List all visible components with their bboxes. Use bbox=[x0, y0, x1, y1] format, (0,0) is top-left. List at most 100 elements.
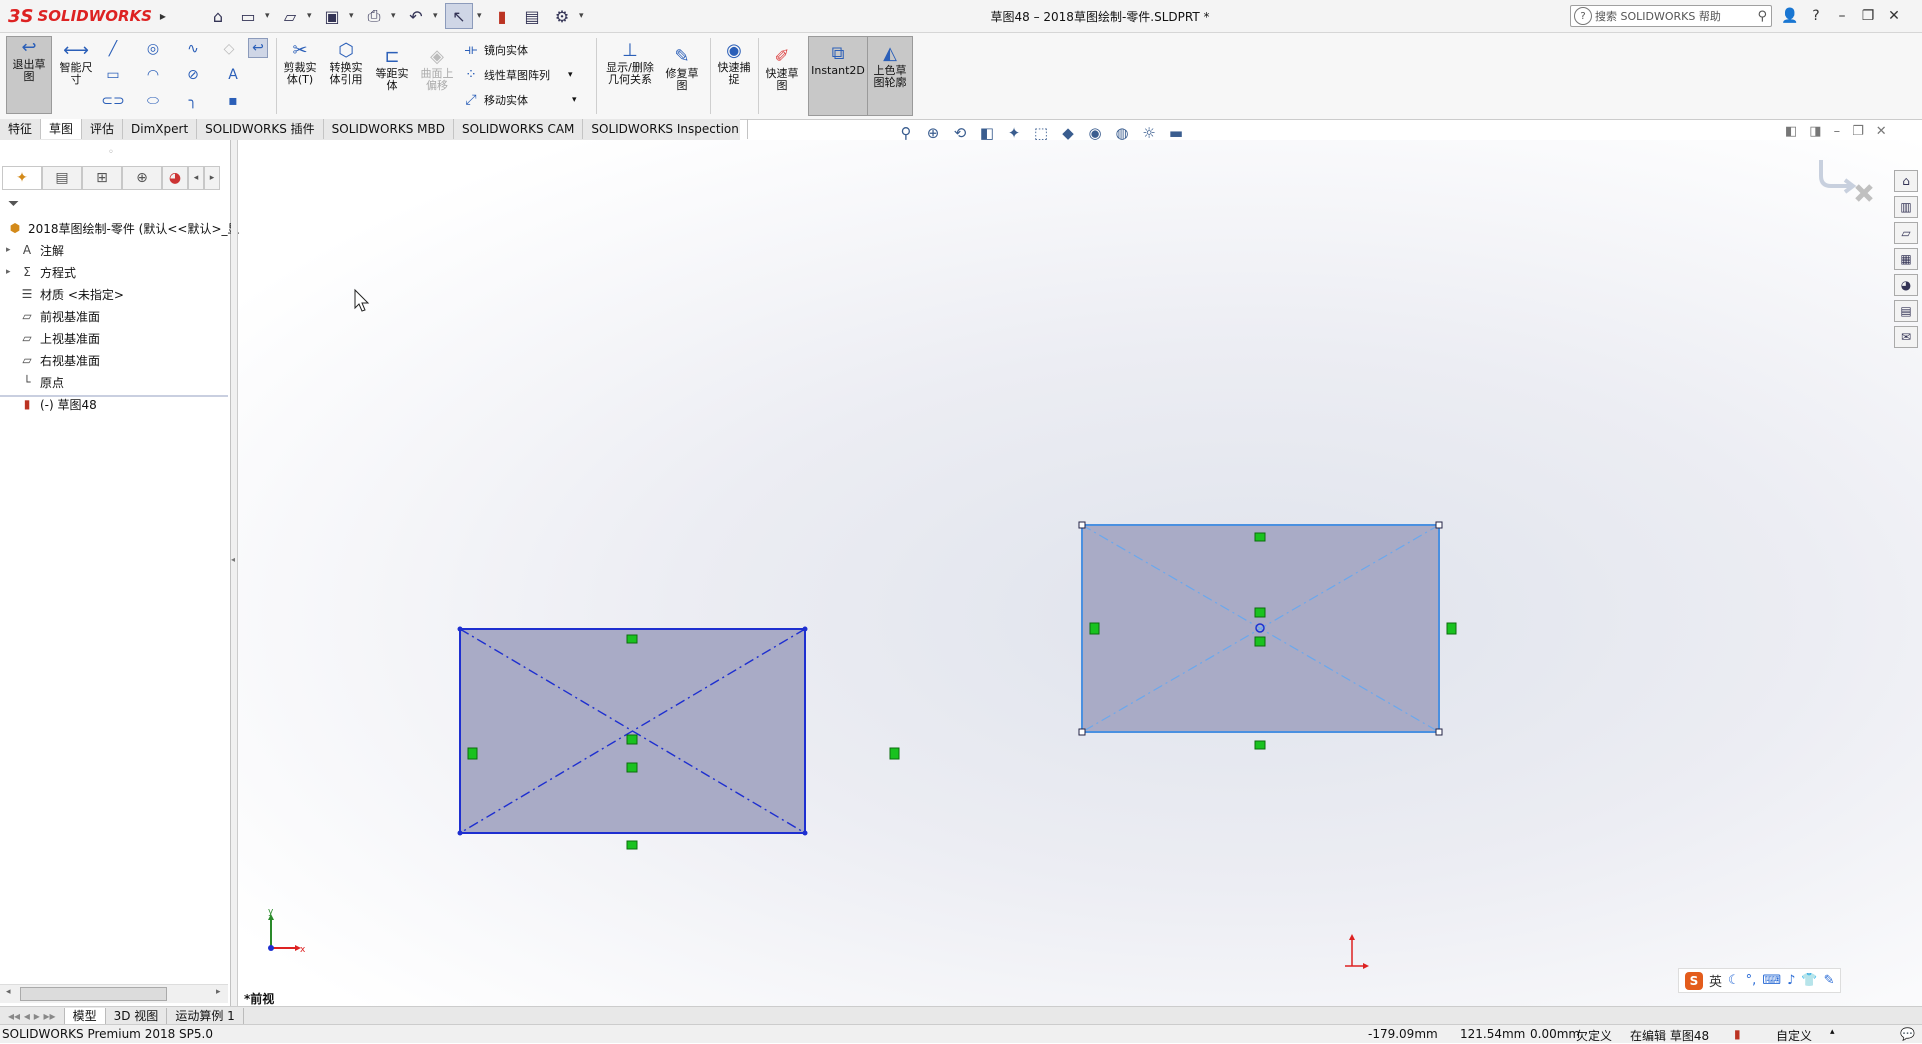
fillet-tool[interactable]: ╮ bbox=[184, 92, 202, 110]
property-manager-tab-icon[interactable]: ▤ bbox=[42, 166, 82, 190]
filter-icon[interactable]: ⏷ bbox=[8, 196, 19, 212]
sketch-rectangle-left[interactable] bbox=[457, 626, 808, 836]
new-dropdown[interactable]: ▾ bbox=[265, 11, 273, 21]
arc-tool[interactable]: ◠ bbox=[144, 66, 162, 84]
tooltip-icon[interactable]: 💬 bbox=[1900, 1027, 1915, 1041]
offset-on-surface-button[interactable]: ◈ 曲面上偏移 bbox=[416, 46, 458, 92]
tab-features[interactable]: 特征 bbox=[0, 119, 42, 139]
tree-item-annotations[interactable]: ▸ A 注解 bbox=[6, 240, 64, 260]
tree-item-front-plane[interactable]: ▱ 前视基准面 bbox=[6, 306, 100, 326]
ellipse-tool[interactable]: ⬭ bbox=[144, 92, 162, 110]
rebuild-icon[interactable]: ▮ bbox=[489, 4, 515, 28]
minimize-icon[interactable]: – bbox=[1832, 8, 1852, 24]
help-search[interactable]: ? 搜索 SOLIDWORKS 帮助 ⚲ bbox=[1570, 5, 1772, 27]
plane-tool[interactable]: ◇ bbox=[220, 40, 238, 58]
repair-sketch-button[interactable]: ✎ 修复草图 bbox=[662, 46, 702, 92]
smart-dimension-button[interactable]: ⟷ 智能尺寸 bbox=[56, 40, 96, 86]
voice-icon[interactable]: ♪ bbox=[1787, 973, 1795, 988]
move-entities-button[interactable]: ⤢ 移动实体 ▾ bbox=[462, 91, 576, 109]
tab-mbd[interactable]: SOLIDWORKS MBD bbox=[324, 119, 454, 139]
select-icon[interactable]: ↖ bbox=[445, 3, 473, 29]
ime-language[interactable]: 英 bbox=[1709, 971, 1722, 990]
keyboard-icon[interactable]: ⌨ bbox=[1762, 973, 1781, 988]
new-icon[interactable]: ▭ bbox=[235, 4, 261, 28]
user-icon[interactable]: 👤 bbox=[1780, 8, 1800, 24]
viewport-minimize-icon[interactable]: – bbox=[1834, 124, 1841, 139]
configuration-manager-tab-icon[interactable]: ⊞ bbox=[82, 166, 122, 190]
undo-dropdown[interactable]: ▾ bbox=[433, 11, 441, 21]
tree-item-material[interactable]: ☰ 材质 <未指定> bbox=[6, 284, 124, 304]
tree-item-origin[interactable]: └ 原点 bbox=[6, 372, 64, 392]
custom-properties-icon[interactable]: ▤ bbox=[1894, 300, 1918, 322]
tab-dimxpert[interactable]: DimXpert bbox=[123, 119, 198, 139]
appearances-icon[interactable]: ◕ bbox=[1894, 274, 1918, 296]
file-explorer-icon[interactable]: ▱ bbox=[1894, 222, 1918, 244]
scroll-right-icon[interactable]: ▸ bbox=[216, 987, 221, 997]
help-search-input[interactable]: 搜索 SOLIDWORKS 帮助 bbox=[1595, 8, 1757, 24]
skin-icon[interactable]: 👕 bbox=[1801, 973, 1817, 988]
scroll-left-icon[interactable]: ◂ bbox=[6, 987, 11, 997]
print-dropdown[interactable]: ▾ bbox=[391, 11, 399, 21]
convert-entities-button[interactable]: ⬡ 转换实体引用 bbox=[324, 40, 368, 86]
viewport-close-icon[interactable]: ✕ bbox=[1876, 124, 1887, 139]
text-tool[interactable]: A bbox=[224, 66, 242, 84]
quick-snaps-button[interactable]: ◉ 快速捕捉 bbox=[714, 40, 754, 86]
save-dropdown[interactable]: ▾ bbox=[349, 11, 357, 21]
tab-cam[interactable]: SOLIDWORKS CAM bbox=[454, 119, 584, 139]
sketch-rectangle-right[interactable] bbox=[1078, 521, 1443, 736]
tab-addins[interactable]: SOLIDWORKS 插件 bbox=[197, 119, 324, 139]
tree-item-right-plane[interactable]: ▱ 右视基准面 bbox=[6, 350, 100, 370]
collapse-panel-icon[interactable]: ◂ bbox=[231, 555, 235, 564]
display-manager-tab-icon[interactable]: ◕ bbox=[162, 166, 188, 190]
shaded-sketch-contours-button[interactable]: ◭ 上色草图轮廓 bbox=[867, 36, 913, 116]
linear-pattern-button[interactable]: ⁘ 线性草图阵列 ▾ bbox=[462, 66, 573, 84]
tab-nav-icons[interactable]: ◂◂ ◂ ▸ ▸▸ bbox=[0, 1007, 65, 1025]
exit-sketch-button[interactable]: ↩ 退出草图 bbox=[6, 36, 52, 114]
design-library-icon[interactable]: ▥ bbox=[1894, 196, 1918, 218]
viewport-restore-icon[interactable]: ❐ bbox=[1852, 124, 1864, 139]
tab-sketch[interactable]: 草图 bbox=[41, 119, 83, 139]
print-icon[interactable]: ⎙ bbox=[361, 4, 387, 28]
tree-item-sketch48[interactable]: ▮ (-) 草图48 bbox=[6, 394, 97, 414]
tab-scroll-right-icon[interactable]: ▸ bbox=[204, 166, 220, 190]
slot-tool[interactable]: ⊂⊃ bbox=[101, 92, 124, 110]
trim-entities-button[interactable]: ✂ 剪裁实体(T) bbox=[280, 40, 320, 86]
tab-inspection[interactable]: SOLIDWORKS Inspection bbox=[583, 119, 748, 139]
options-dropdown[interactable]: ▾ bbox=[579, 11, 587, 21]
forum-icon[interactable]: ✉ bbox=[1894, 326, 1918, 348]
select-dropdown[interactable]: ▾ bbox=[477, 11, 485, 21]
options-icon[interactable]: ⚙ bbox=[549, 4, 575, 28]
moon-icon[interactable]: ☾ bbox=[1728, 973, 1740, 988]
expand-icon[interactable]: ▸ bbox=[6, 245, 18, 255]
punctuation-icon[interactable]: °, bbox=[1746, 973, 1757, 988]
search-icon[interactable]: ⚲ bbox=[1757, 9, 1767, 24]
point-tool[interactable]: ▪ bbox=[224, 92, 242, 110]
panel-splitter[interactable] bbox=[231, 140, 238, 1006]
tile-right-icon[interactable]: ◨ bbox=[1809, 124, 1821, 139]
solidworks-logo[interactable]: 3S SOLIDWORKS ▸ bbox=[8, 4, 166, 28]
rapid-sketch-button[interactable]: ✐ 快速草图 bbox=[762, 46, 802, 92]
home-icon[interactable]: ⌂ bbox=[205, 4, 231, 28]
tree-root[interactable]: ⬢ 2018草图绘制-零件 (默认<<默认>_显 bbox=[6, 218, 240, 238]
undo-icon[interactable]: ↶ bbox=[403, 4, 429, 28]
tab-3d-views[interactable]: 3D 视图 bbox=[106, 1007, 168, 1025]
dimxpert-manager-tab-icon[interactable]: ⊕ bbox=[122, 166, 162, 190]
rebuild-status-icon[interactable]: ▮ bbox=[1734, 1027, 1741, 1041]
circle-tool[interactable]: ◎ bbox=[144, 40, 162, 58]
restore-icon[interactable]: ❐ bbox=[1858, 8, 1878, 24]
tab-evaluate[interactable]: 评估 bbox=[82, 119, 124, 139]
help-menu-icon[interactable]: ? bbox=[1806, 8, 1826, 24]
tab-model[interactable]: 模型 bbox=[64, 1007, 106, 1025]
instant2d-button[interactable]: ⧉ Instant2D bbox=[808, 36, 868, 116]
linear-pattern-dropdown[interactable]: ▾ bbox=[568, 70, 573, 80]
menu-expand-icon[interactable]: ▸ bbox=[160, 9, 166, 23]
tab-motion-study[interactable]: 运动算例 1 bbox=[167, 1007, 244, 1025]
expand-icon[interactable]: ▸ bbox=[6, 267, 18, 277]
open-dropdown[interactable]: ▾ bbox=[307, 11, 315, 21]
sogou-logo[interactable]: S bbox=[1685, 971, 1703, 990]
tile-left-icon[interactable]: ◧ bbox=[1785, 124, 1797, 139]
rectangle-tool[interactable]: ▭ bbox=[104, 66, 122, 84]
feature-manager-tab-icon[interactable]: ✦ bbox=[2, 166, 42, 190]
spline-tool[interactable]: ∿ bbox=[184, 40, 202, 58]
save-icon[interactable]: ▣ bbox=[319, 4, 345, 28]
